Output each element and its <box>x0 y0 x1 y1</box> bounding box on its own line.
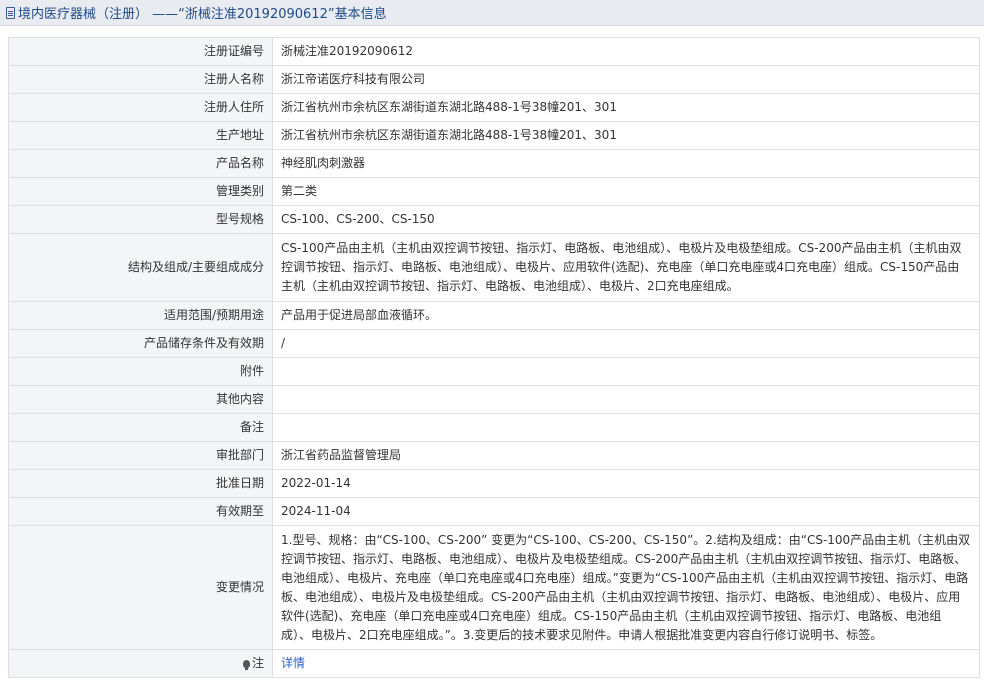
label-valid-until: 有效期至 <box>8 497 273 526</box>
row-attachments: 附件 <box>8 357 980 386</box>
row-change-history: 变更情况 1.型号、规格：由“CS-100、CS-200” 变更为“CS-100… <box>8 525 980 650</box>
label-structure-composition: 结构及组成/主要组成成分 <box>8 233 273 302</box>
value-structure-composition: CS-100产品由主机（主机由双控调节按钮、指示灯、电路板、电池组成）、电极片及… <box>272 233 980 302</box>
row-management-class: 管理类别 第二类 <box>8 177 980 206</box>
value-production-address: 浙江省杭州市余杭区东湖街道东湖北路488-1号38幢201、301 <box>272 121 980 150</box>
device-info-table: 注册证编号 浙械注准20192090612 注册人名称 浙江帝诺医疗科技有限公司… <box>8 37 980 678</box>
label-note: 注 <box>8 649 273 678</box>
page-title: 境内医疗器械（注册） ——“浙械注准20192090612”基本信息 <box>18 7 387 22</box>
row-structure-composition: 结构及组成/主要组成成分 CS-100产品由主机（主机由双控调节按钮、指示灯、电… <box>8 233 980 302</box>
value-change-history: 1.型号、规格：由“CS-100、CS-200” 变更为“CS-100、CS-2… <box>272 525 980 650</box>
label-registration-number: 注册证编号 <box>8 37 273 66</box>
row-production-address: 生产地址 浙江省杭州市余杭区东湖街道东湖北路488-1号38幢201、301 <box>8 121 980 150</box>
label-remarks: 备注 <box>8 413 273 442</box>
label-approval-date: 批准日期 <box>8 469 273 498</box>
row-registrant-name: 注册人名称 浙江帝诺医疗科技有限公司 <box>8 65 980 94</box>
label-attachments: 附件 <box>8 357 273 386</box>
value-approval-date: 2022-01-14 <box>272 469 980 498</box>
label-other-content: 其他内容 <box>8 385 273 414</box>
row-remarks: 备注 <box>8 413 980 442</box>
row-registrant-address: 注册人住所 浙江省杭州市余杭区东湖街道东湖北路488-1号38幢201、301 <box>8 93 980 122</box>
row-registration-number: 注册证编号 浙械注准20192090612 <box>8 37 980 66</box>
value-registrant-name: 浙江帝诺医疗科技有限公司 <box>272 65 980 94</box>
value-management-class: 第二类 <box>272 177 980 206</box>
value-model-spec: CS-100、CS-200、CS-150 <box>272 205 980 234</box>
label-product-name: 产品名称 <box>8 149 273 178</box>
document-icon <box>6 6 15 19</box>
value-attachments <box>272 357 980 386</box>
note-label: 注 <box>251 656 264 670</box>
row-other-content: 其他内容 <box>8 385 980 414</box>
details-link[interactable]: 详情 <box>281 656 305 670</box>
value-registrant-address: 浙江省杭州市余杭区东湖街道东湖北路488-1号38幢201、301 <box>272 93 980 122</box>
value-valid-until: 2024-11-04 <box>272 497 980 526</box>
row-valid-until: 有效期至 2024-11-04 <box>8 497 980 526</box>
value-intended-use: 产品用于促进局部血液循环。 <box>272 301 980 330</box>
page-header: 境内医疗器械（注册） ——“浙械注准20192090612”基本信息 <box>0 0 984 26</box>
value-product-name: 神经肌肉刺激器 <box>272 149 980 178</box>
label-model-spec: 型号规格 <box>8 205 273 234</box>
row-storage-validity: 产品储存条件及有效期 / <box>8 329 980 358</box>
label-production-address: 生产地址 <box>8 121 273 150</box>
label-management-class: 管理类别 <box>8 177 273 206</box>
value-approval-department: 浙江省药品监督管理局 <box>272 441 980 470</box>
value-other-content <box>272 385 980 414</box>
value-registration-number: 浙械注准20192090612 <box>272 37 980 66</box>
row-note: 注 详情 <box>8 649 980 678</box>
label-registrant-address: 注册人住所 <box>8 93 273 122</box>
row-product-name: 产品名称 神经肌肉刺激器 <box>8 149 980 178</box>
lightbulb-icon <box>242 660 250 670</box>
value-remarks <box>272 413 980 442</box>
label-change-history: 变更情况 <box>8 525 273 650</box>
row-model-spec: 型号规格 CS-100、CS-200、CS-150 <box>8 205 980 234</box>
row-intended-use: 适用范围/预期用途 产品用于促进局部血液循环。 <box>8 301 980 330</box>
row-approval-department: 审批部门 浙江省药品监督管理局 <box>8 441 980 470</box>
label-registrant-name: 注册人名称 <box>8 65 273 94</box>
value-note: 详情 <box>272 649 980 678</box>
label-storage-validity: 产品储存条件及有效期 <box>8 329 273 358</box>
label-approval-department: 审批部门 <box>8 441 273 470</box>
row-approval-date: 批准日期 2022-01-14 <box>8 469 980 498</box>
value-storage-validity: / <box>272 329 980 358</box>
label-intended-use: 适用范围/预期用途 <box>8 301 273 330</box>
